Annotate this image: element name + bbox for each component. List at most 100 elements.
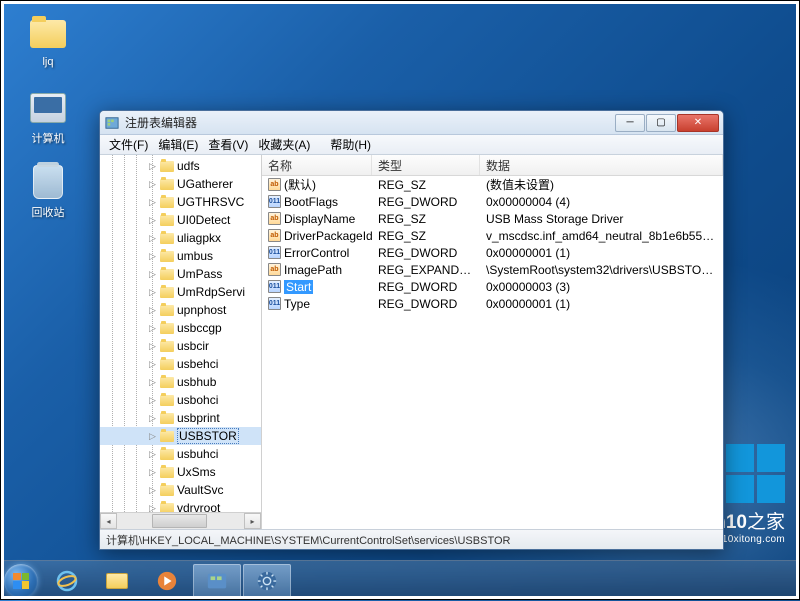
tree-item[interactable]: ▷ upnphost	[100, 301, 261, 319]
tree-item[interactable]: ▷UxSms	[100, 463, 261, 481]
value-data: 0x00000003 (3)	[480, 280, 723, 294]
expand-icon[interactable]: ▷	[148, 270, 157, 279]
taskbar-ie[interactable]	[43, 564, 91, 598]
tree-item[interactable]: ▷usbccgp	[100, 319, 261, 337]
tree-item[interactable]: ▷usbprint	[100, 409, 261, 427]
desktop[interactable]: ljq 计算机 回收站 Win10之家 www.win10xitong.com …	[0, 0, 800, 600]
value-name: (默认)	[284, 176, 316, 193]
taskbar-app-2[interactable]	[243, 564, 291, 598]
scrollbar-thumb[interactable]	[152, 514, 207, 528]
tree-item[interactable]: ▷umbus	[100, 247, 261, 265]
taskbar-media-player[interactable]	[143, 564, 191, 598]
tree-item[interactable]: ▷ uliagpkx	[100, 229, 261, 247]
list-row[interactable]: abDriverPackageIdREG_SZv_mscdsc.inf_amd6…	[262, 227, 723, 244]
maximize-button[interactable]: ▢	[646, 114, 676, 132]
expand-icon[interactable]: ▷	[148, 324, 157, 333]
expand-icon[interactable]: ▷	[148, 378, 157, 387]
list-row[interactable]: 011ErrorControlREG_DWORD0x00000001 (1)	[262, 244, 723, 261]
tree-item-label: upnphost	[177, 303, 226, 317]
expand-icon[interactable]: ▷	[148, 504, 157, 513]
expand-icon[interactable]: ▷	[148, 468, 157, 477]
registry-editor-window[interactable]: 注册表编辑器 ─ ▢ ✕ 文件(F)编辑(E)查看(V)收藏夹(A)帮助(H) …	[99, 110, 724, 550]
expand-icon[interactable]: ▷	[148, 396, 157, 405]
desktop-icon-recycle-bin[interactable]: 回收站	[18, 162, 78, 220]
column-name[interactable]: 名称	[262, 155, 372, 175]
tree-item[interactable]: ▷VaultSvc	[100, 481, 261, 499]
expand-icon[interactable]: ▷	[148, 486, 157, 495]
expand-icon[interactable]: ▷	[148, 234, 157, 243]
list-row[interactable]: abImagePathREG_EXPAND_SZ\SystemRoot\syst…	[262, 261, 723, 278]
desktop-icon-label: 计算机	[32, 130, 65, 146]
value-type: REG_EXPAND_SZ	[372, 263, 480, 277]
folder-icon	[160, 467, 174, 478]
taskbar[interactable]	[0, 560, 800, 600]
value-list-pane[interactable]: 名称 类型 数据 ab(默认)REG_SZ(数值未设置)011BootFlags…	[262, 155, 723, 529]
menu-item[interactable]: 帮助(H)	[325, 136, 376, 153]
tree-item[interactable]: ▷UmPass	[100, 265, 261, 283]
expand-icon[interactable]: ▷	[148, 450, 157, 459]
expand-icon[interactable]: ▷	[148, 180, 157, 189]
tree-item-label: vdrvroot	[177, 501, 220, 512]
tree-item[interactable]: ▷usbohci	[100, 391, 261, 409]
expand-icon[interactable]: ▷	[148, 342, 157, 351]
tree-item[interactable]: ▷UmRdpServi	[100, 283, 261, 301]
desktop-icon-computer[interactable]: 计算机	[18, 88, 78, 146]
list-row[interactable]: 011TypeREG_DWORD0x00000001 (1)	[262, 295, 723, 312]
list-row[interactable]: abDisplayNameREG_SZUSB Mass Storage Driv…	[262, 210, 723, 227]
scroll-right-button[interactable]: ▸	[244, 513, 261, 529]
folder-icon	[160, 359, 174, 370]
tree-horizontal-scrollbar[interactable]: ◂ ▸	[100, 512, 261, 529]
expand-icon[interactable]: ▷	[148, 432, 157, 441]
taskbar-app-1[interactable]	[193, 564, 241, 598]
value-name: ImagePath	[284, 263, 342, 277]
expand-icon[interactable]: ▷	[148, 216, 157, 225]
column-data[interactable]: 数据	[480, 155, 723, 175]
menubar[interactable]: 文件(F)编辑(E)查看(V)收藏夹(A) 帮助(H)	[100, 135, 723, 155]
tree-item[interactable]: ▷usbehci	[100, 355, 261, 373]
tree-item[interactable]: ▷UI0Detect	[100, 211, 261, 229]
scrollbar-track[interactable]	[117, 513, 244, 529]
tree-item[interactable]: ▷ USBSTOR	[100, 427, 261, 445]
tree-item[interactable]: ▷UGTHRSVC	[100, 193, 261, 211]
windows-orb-icon	[4, 564, 38, 598]
folder-icon	[160, 323, 174, 334]
column-type[interactable]: 类型	[372, 155, 480, 175]
menu-item[interactable]: 收藏夹(A)	[253, 136, 315, 153]
tree-item-label: USBSTOR	[177, 428, 239, 444]
tree-item-label: UGatherer	[177, 177, 233, 191]
taskbar-explorer[interactable]	[93, 564, 141, 598]
expand-icon[interactable]: ▷	[148, 360, 157, 369]
close-button[interactable]: ✕	[677, 114, 719, 132]
menu-item[interactable]: 文件(F)	[104, 136, 153, 153]
tree-item[interactable]: ▷ UGatherer	[100, 175, 261, 193]
recycle-bin-icon	[28, 162, 68, 202]
minimize-button[interactable]: ─	[615, 114, 645, 132]
list-header[interactable]: 名称 类型 数据	[262, 155, 723, 176]
tree-item[interactable]: ▷ vdrvroot	[100, 499, 261, 512]
menu-item[interactable]: 编辑(E)	[153, 136, 203, 153]
expand-icon[interactable]: ▷	[148, 414, 157, 423]
list-row[interactable]: ab(默认)REG_SZ(数值未设置)	[262, 176, 723, 193]
start-button[interactable]	[0, 561, 42, 601]
string-value-icon: ab	[268, 212, 281, 225]
titlebar[interactable]: 注册表编辑器 ─ ▢ ✕	[100, 111, 723, 135]
value-name: DisplayName	[284, 212, 355, 226]
expand-icon[interactable]: ▷	[148, 252, 157, 261]
expand-icon[interactable]: ▷	[148, 288, 157, 297]
tree-item[interactable]: ▷usbcir	[100, 337, 261, 355]
tree-item-label: uliagpkx	[177, 231, 221, 245]
tree-pane[interactable]: ▷udfs▷UGatherer▷UGTHRSVC▷UI0Detect▷uliag…	[100, 155, 262, 529]
ie-icon	[54, 568, 80, 594]
desktop-icon-folder[interactable]: ljq	[18, 14, 78, 68]
folder-icon	[160, 413, 174, 424]
menu-item[interactable]: 查看(V)	[203, 136, 253, 153]
expand-icon[interactable]: ▷	[148, 306, 157, 315]
list-row[interactable]: 011BootFlagsREG_DWORD0x00000004 (4)	[262, 193, 723, 210]
tree-item[interactable]: ▷usbhub	[100, 373, 261, 391]
tree-item[interactable]: ▷usbuhci	[100, 445, 261, 463]
expand-icon[interactable]: ▷	[148, 198, 157, 207]
list-row[interactable]: 011StartREG_DWORD0x00000003 (3)	[262, 278, 723, 295]
scroll-left-button[interactable]: ◂	[100, 513, 117, 529]
expand-icon[interactable]: ▷	[148, 162, 157, 171]
tree-item[interactable]: ▷udfs	[100, 157, 261, 175]
